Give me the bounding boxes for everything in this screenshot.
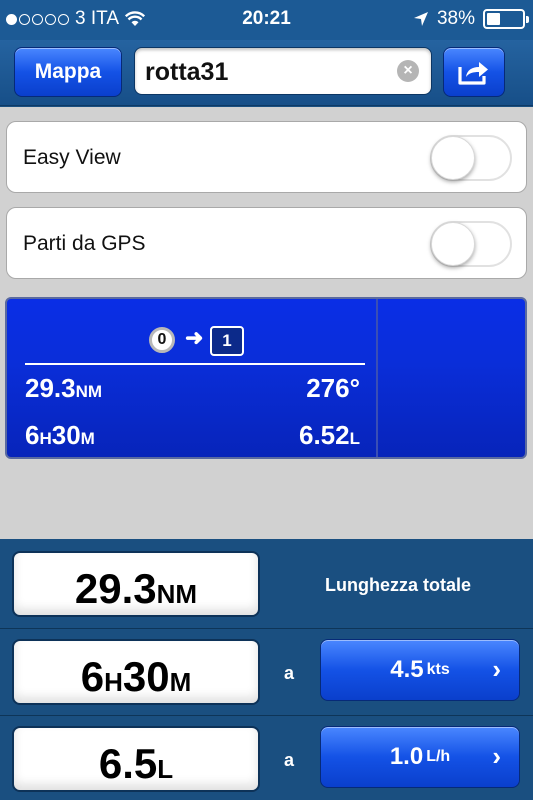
nav-bar: Mappa × <box>0 40 533 106</box>
route-name-input[interactable] <box>145 54 385 90</box>
fuel-box: 6.5 L <box>12 726 260 792</box>
easy-view-toggle[interactable] <box>430 135 512 181</box>
leg-fuel: 6.52L <box>299 420 360 450</box>
route-name-field[interactable]: × <box>134 47 432 95</box>
total-length-label: Lunghezza totale <box>324 575 471 595</box>
route-leg-panel[interactable]: 0 ➜ 1 29.3NM 276° 6H30M 6.52L <box>5 297 527 459</box>
at-label: a <box>284 663 295 683</box>
clear-icon[interactable]: × <box>397 60 419 82</box>
share-button[interactable] <box>443 47 505 97</box>
waypoint-to-badge: 1 <box>210 326 244 356</box>
total-length-box: 29.3 NM <box>12 551 260 617</box>
leg-bearing: 276° <box>306 373 360 403</box>
battery-icon <box>483 9 529 29</box>
map-button[interactable]: Mappa <box>14 47 122 97</box>
share-icon <box>458 62 488 85</box>
leg-divider-line <box>25 363 365 365</box>
arrow-right-icon: ➜ <box>185 325 204 350</box>
leg-time: 6H30M <box>25 420 95 450</box>
location-arrow-icon <box>413 12 428 26</box>
leg-distance: 29.3NM <box>25 373 103 403</box>
chevron-right-icon: › <box>492 654 501 684</box>
toggle-knob <box>431 136 475 180</box>
at-label: a <box>284 750 295 770</box>
consumption-button[interactable]: 1.0 L/h › <box>320 726 520 788</box>
toggle-knob <box>431 222 475 266</box>
easy-view-label: Easy View <box>23 146 121 169</box>
status-bar: 3 ITA 20:21 38% <box>0 0 533 40</box>
speed-button[interactable]: 4.5 kts › <box>320 639 520 701</box>
route-summary: 29.3 NM Lunghezza totale 6 H 30 M a 4.5 kts … <box>0 539 533 800</box>
start-from-gps-label: Parti da GPS <box>23 232 146 255</box>
status-right: 38% <box>413 8 529 30</box>
row-divider <box>0 715 533 716</box>
start-from-gps-row: Parti da GPS <box>6 207 527 279</box>
row-divider <box>0 628 533 629</box>
start-from-gps-toggle[interactable] <box>430 221 512 267</box>
route-settings-area: Easy View Parti da GPS 0 ➜ 1 29.3NM 276°… <box>0 107 533 539</box>
leg-column-divider <box>376 299 378 457</box>
waypoint-from-badge: 0 <box>149 327 175 353</box>
battery-percent-label: 38% <box>436 8 475 29</box>
battery-level-fill <box>487 13 500 25</box>
easy-view-row: Easy View <box>6 121 527 193</box>
duration-box: 6 H 30 M <box>12 639 260 705</box>
chevron-right-icon: › <box>492 741 501 771</box>
